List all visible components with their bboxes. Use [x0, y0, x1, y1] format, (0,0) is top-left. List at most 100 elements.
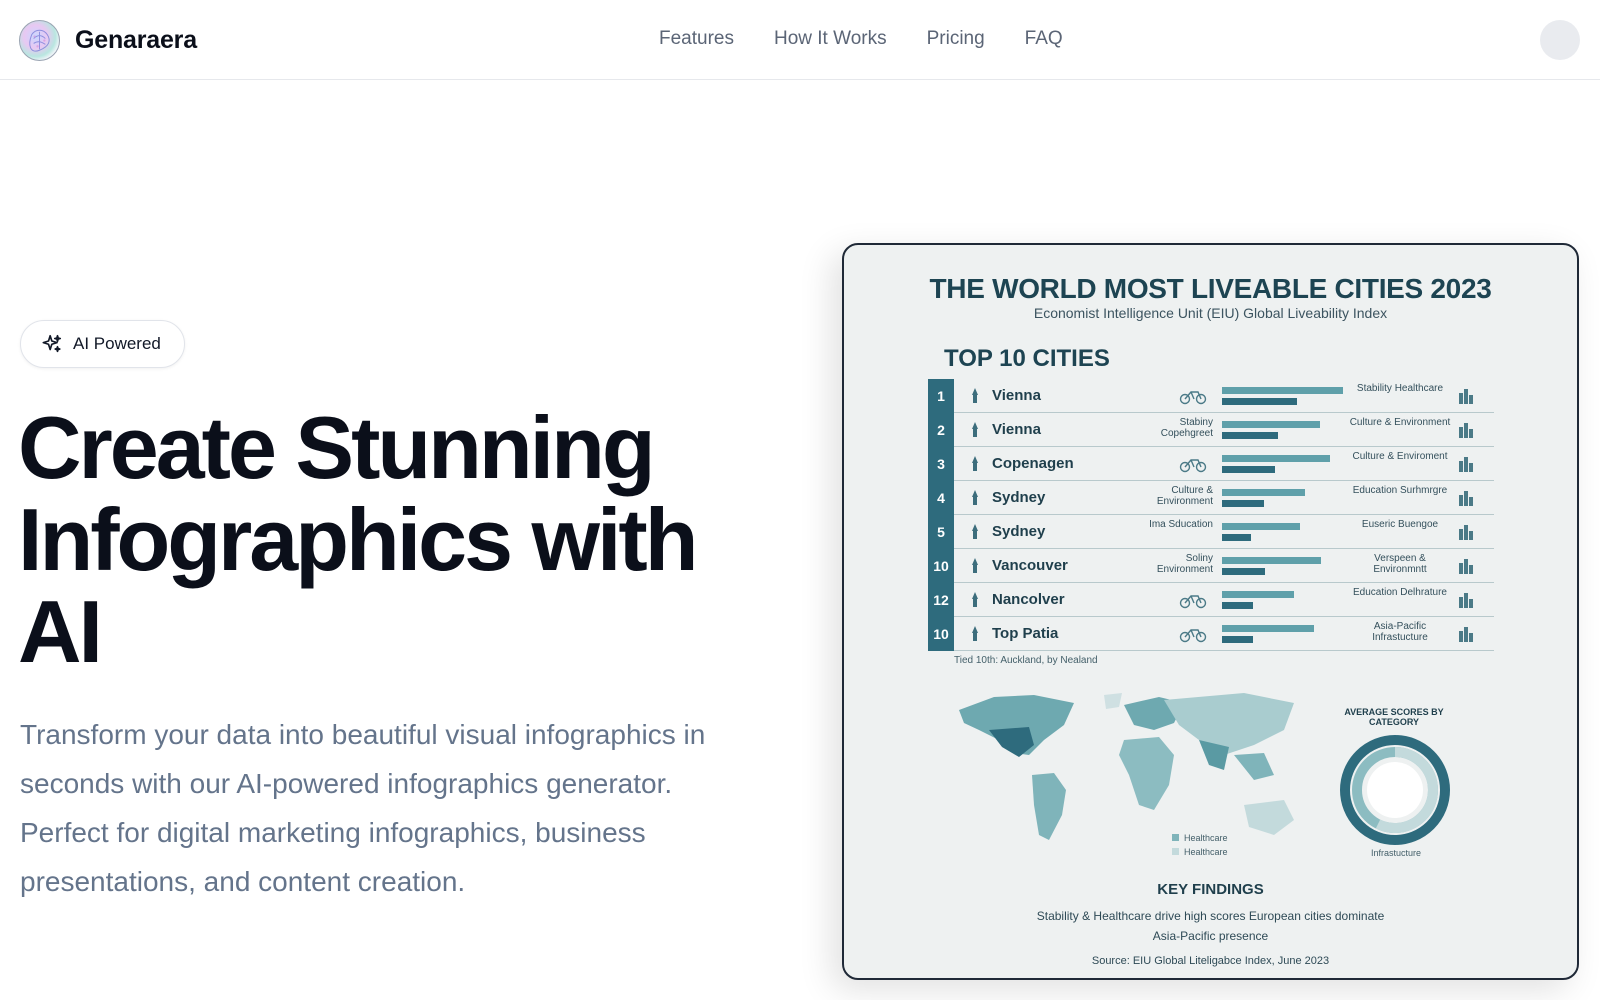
score-bar-secondary — [1222, 568, 1265, 575]
rank-number: 12 — [928, 583, 954, 617]
score-bar-secondary — [1222, 432, 1278, 439]
building-icon — [1456, 420, 1476, 440]
rank-number: 5 — [928, 515, 954, 549]
infographic-source: Source: EIU Global Liteligabce Index, Ju… — [1091, 955, 1330, 967]
infographic-subtitle: Economist Intelligence Unit (EIU) Global… — [1033, 305, 1388, 321]
building-icon — [1456, 556, 1476, 576]
landmark-icon — [966, 591, 984, 609]
rank-number: 4 — [928, 481, 954, 515]
hero-title-line: Infographics with — [18, 490, 698, 589]
score-bar-primary — [1222, 489, 1305, 496]
table-row: 10 Top Patia Asia-Pacific Infrastucture — [928, 617, 1494, 651]
score-bar-primary — [1222, 557, 1321, 564]
landmark-icon — [966, 523, 984, 541]
building-icon — [1456, 488, 1476, 508]
row-right-label: Education Surhmrgre — [1352, 485, 1448, 496]
legend-label: Healthcare — [1184, 847, 1228, 857]
row-right-label: Culture & Environment — [1349, 417, 1451, 428]
score-bar-secondary — [1222, 602, 1253, 609]
building-icon — [1456, 522, 1476, 542]
score-bar-primary — [1222, 421, 1320, 428]
score-bar-secondary — [1222, 466, 1275, 473]
city-name: Vienna — [992, 387, 1041, 404]
row-right-label: Education Delhrature — [1353, 587, 1447, 598]
score-bar-primary — [1222, 625, 1314, 632]
row-left-label: Soliny Environment — [1156, 553, 1213, 575]
main-nav-links: Features How It Works Pricing FAQ — [659, 28, 1063, 50]
row-left-label: Stabiny Copehgreet — [1160, 417, 1213, 439]
rank-number: 10 — [928, 617, 954, 651]
building-icon — [1456, 454, 1476, 474]
key-findings-line: Stability & Healthcare drive high scores… — [1036, 909, 1385, 923]
nav-link-faq[interactable]: FAQ — [1025, 28, 1063, 50]
nav-link-pricing[interactable]: Pricing — [927, 28, 985, 50]
score-bar-primary — [1222, 523, 1300, 530]
key-findings-line: Asia-Pacific presence — [1152, 929, 1269, 943]
donut-chart-icon — [1340, 735, 1450, 845]
city-name: Vancouver — [992, 557, 1068, 574]
table-row: 3 Copenagen Culture & Enviroment — [928, 447, 1494, 481]
city-name: Sydney — [992, 489, 1046, 506]
world-map-icon — [959, 693, 1294, 840]
infographic-section-title: TOP 10 CITIES — [944, 345, 1110, 372]
row-right-label: Culture & Enviroment — [1352, 451, 1448, 462]
rank-number: 1 — [928, 379, 954, 413]
row-category-icon — [1178, 387, 1208, 405]
hero-title-line: AI — [18, 582, 103, 681]
score-bar-secondary — [1222, 500, 1264, 507]
city-name: Copenagen — [992, 455, 1074, 472]
row-left-label: Culture & Environment — [1156, 485, 1213, 507]
table-row: 2 Vienna Stabiny Copehgreet Culture & Envir… — [928, 413, 1494, 447]
infographic-preview[interactable]: THE WORLD MOST LIVEABLE CITIES 2023 Econ… — [842, 243, 1579, 980]
top-nav: Genaraera Features How It Works Pricing … — [0, 0, 1600, 80]
donut-label: Infrastucture — [1370, 848, 1422, 858]
nav-link-features[interactable]: Features — [659, 28, 734, 50]
brand-name[interactable]: Genaraera — [75, 26, 197, 55]
city-ranking-table: 1 Vienna Stability Healthcare 2 Vienna Stabin… — [928, 379, 1494, 651]
city-name: Vienna — [992, 421, 1041, 438]
score-bar-secondary — [1222, 398, 1297, 405]
row-category-icon — [1178, 591, 1208, 609]
hero-title: Create Stunning Infographics with AI — [18, 402, 778, 678]
landmark-icon — [966, 387, 984, 405]
landmark-icon — [966, 489, 984, 507]
table-row: 1 Vienna Stability Healthcare — [928, 379, 1494, 413]
score-bar-primary — [1222, 387, 1343, 394]
sparkles-icon — [42, 334, 62, 353]
city-name: Top Patia — [992, 625, 1059, 642]
row-right-label: Asia-Pacific Infrastucture — [1372, 621, 1428, 643]
score-bar-secondary — [1222, 636, 1253, 643]
nav-link-how-it-works[interactable]: How It Works — [774, 28, 887, 50]
landmark-icon — [966, 455, 984, 473]
table-row: 5 Sydney Ima Sducation Euseric Buengoe — [928, 515, 1494, 549]
brain-logo-icon[interactable] — [19, 20, 60, 61]
rank-number: 3 — [928, 447, 954, 481]
score-bar-secondary — [1222, 534, 1251, 541]
row-right-label: Stability Healthcare — [1356, 383, 1444, 394]
landmark-icon — [966, 557, 984, 575]
rank-number: 2 — [928, 413, 954, 447]
legend-item: Healthcare — [1172, 845, 1228, 859]
landmark-icon — [966, 625, 984, 643]
rank-number: 10 — [928, 549, 954, 583]
row-category-icon — [1178, 455, 1208, 473]
legend-item: Healthcare — [1172, 831, 1228, 845]
row-left-label: Ima Sducation — [1149, 519, 1213, 530]
user-avatar[interactable] — [1540, 20, 1580, 60]
table-row: 12 Nancolver Education Delhrature — [928, 583, 1494, 617]
city-name: Sydney — [992, 523, 1046, 540]
hero-title-line: Create Stunning — [18, 398, 656, 497]
tied-note: Tied 10th: Auckland, by Nealand — [954, 655, 1098, 666]
infographic-title: THE WORLD MOST LIVEABLE CITIES 2023 — [929, 273, 1492, 304]
row-right-label: Euseric Buengoe — [1361, 519, 1439, 530]
landmark-icon — [966, 421, 984, 439]
hero-subtitle: Transform your data into beautiful visua… — [20, 719, 706, 897]
row-right-label: Verspeen & Environmntt — [1373, 553, 1427, 575]
map-legend: Healthcare Healthcare — [1172, 831, 1228, 859]
avg-scores-title: AVERAGE SCORES BY CATEGORY — [1344, 707, 1444, 727]
building-icon — [1456, 386, 1476, 406]
table-row: 4 Sydney Culture & Environment Education Su… — [928, 481, 1494, 515]
building-icon — [1456, 590, 1476, 610]
table-row: 10 Vancouver Soliny Environment Verspeen & … — [928, 549, 1494, 583]
key-findings-title: KEY FINDINGS — [1157, 881, 1264, 898]
